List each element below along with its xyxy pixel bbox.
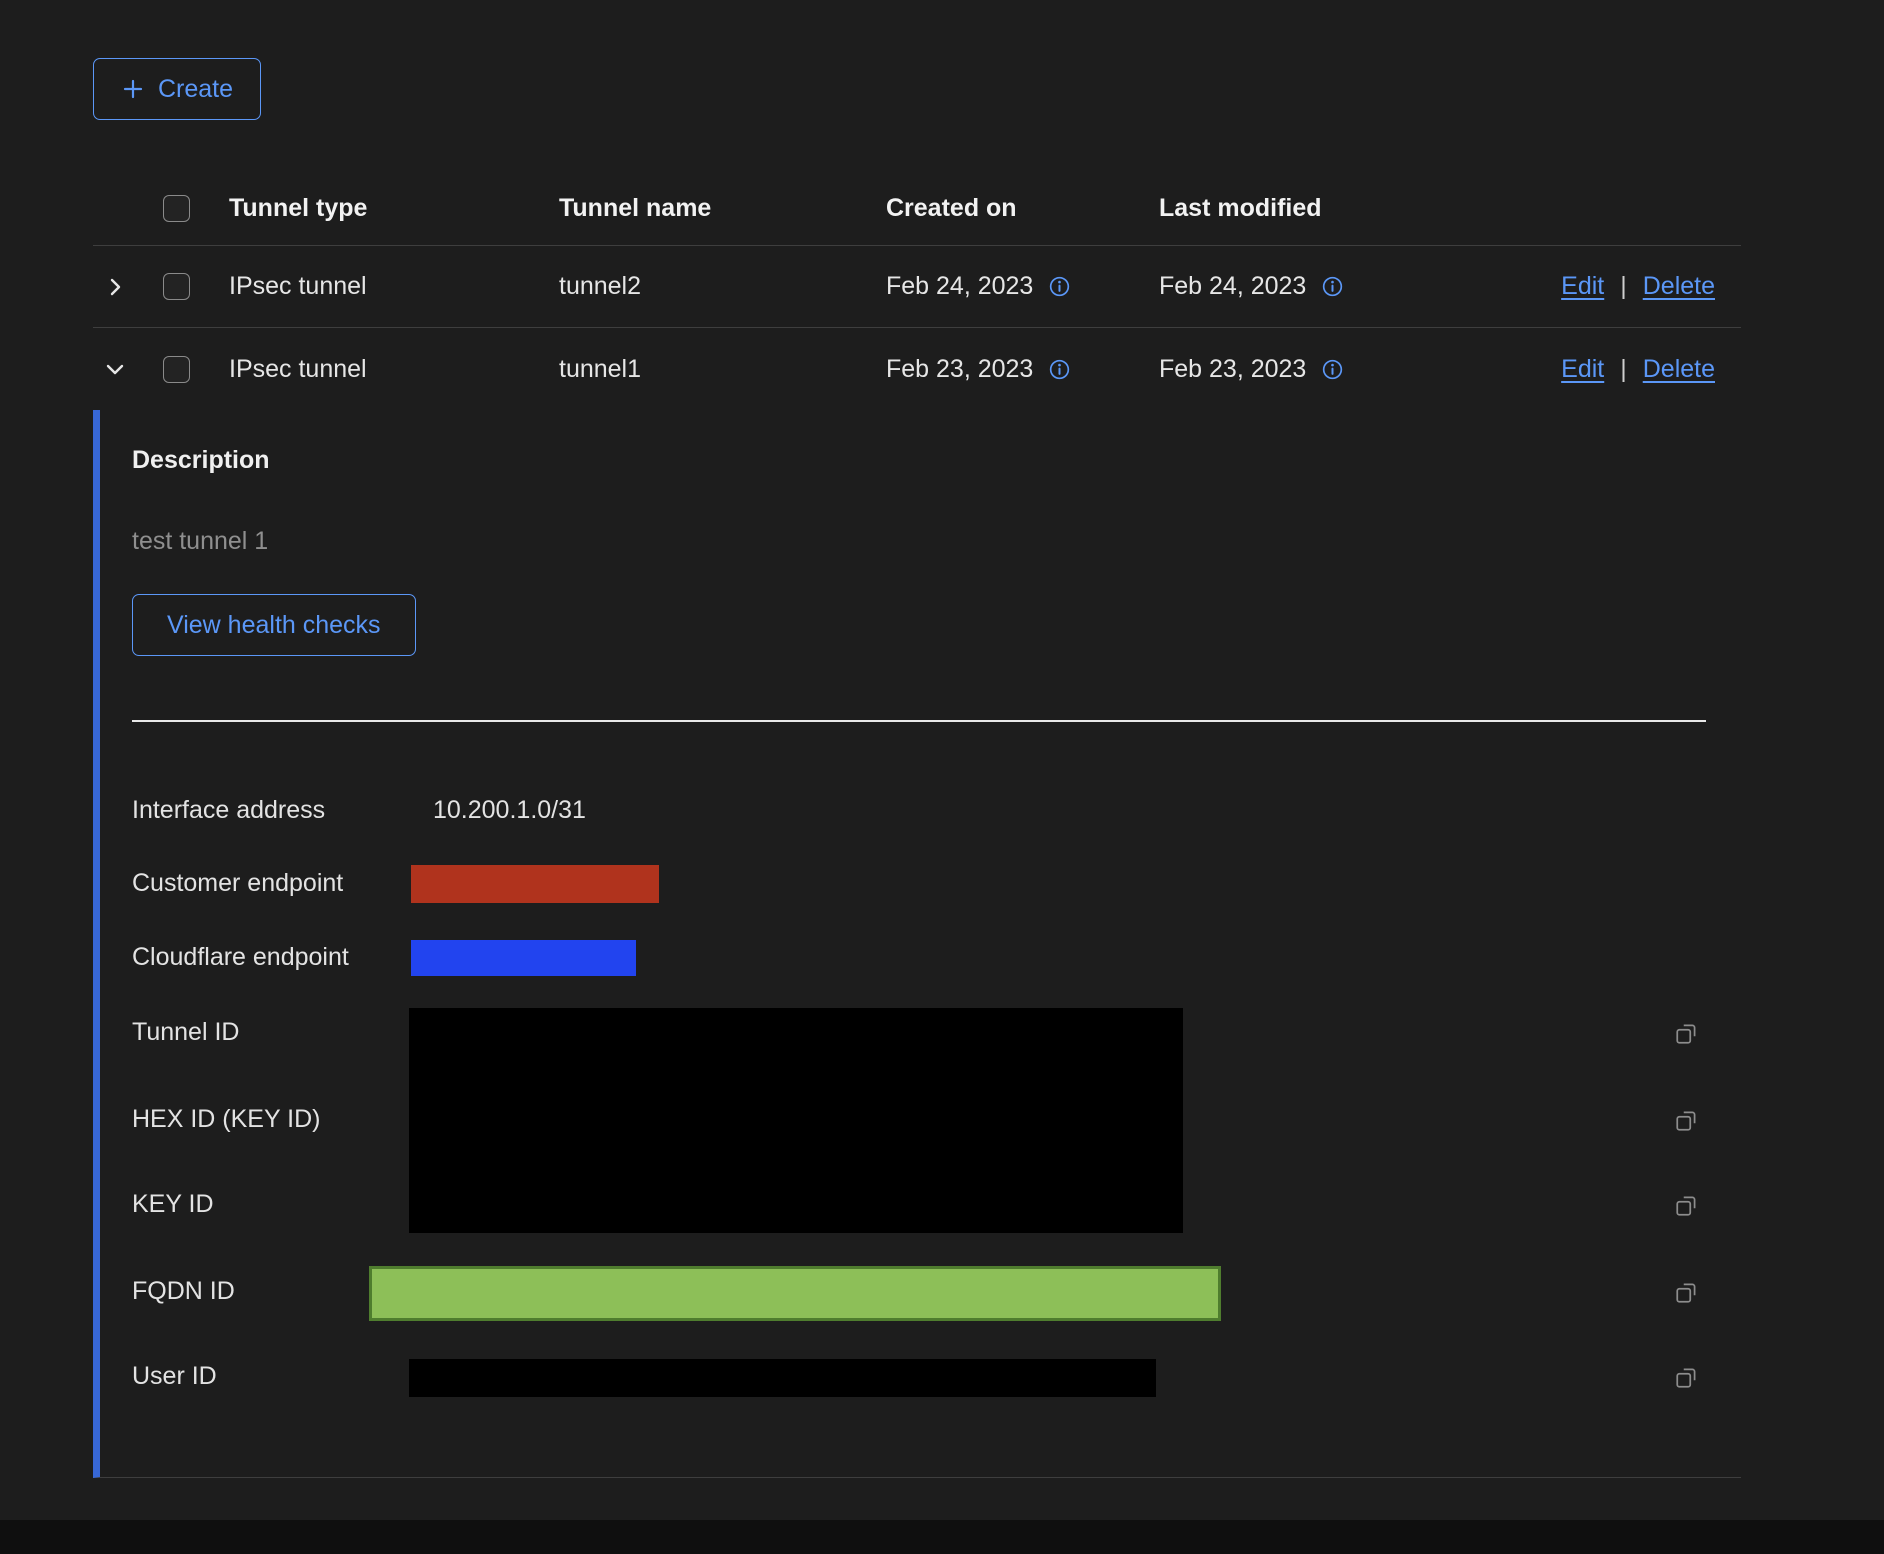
customer-endpoint-label: Customer endpoint (132, 869, 343, 898)
table-row-tunnel2: IPsec tunnel tunnel2 Feb 24, 2023 Feb 24… (93, 246, 1741, 328)
user-id-label: User ID (132, 1362, 217, 1391)
last-modified-info-icon[interactable] (1322, 359, 1343, 380)
customer-endpoint-redacted-value (411, 865, 659, 903)
created-on-cell: Feb 23, 2023 (886, 355, 1033, 384)
copy-user-id-icon[interactable] (1674, 1364, 1700, 1393)
copy-fqdn-id-icon[interactable] (1674, 1279, 1700, 1308)
cloudflare-endpoint-label: Cloudflare endpoint (132, 943, 349, 972)
user-id-redacted-value (409, 1359, 1156, 1397)
hex-id-label: HEX ID (KEY ID) (132, 1105, 320, 1134)
header-tunnel-name: Tunnel name (559, 194, 886, 223)
action-separator: | (1620, 355, 1627, 384)
tunnel-details-panel: Description test tunnel 1 View health ch… (93, 410, 1741, 1478)
edit-link[interactable]: Edit (1561, 355, 1604, 384)
action-separator: | (1620, 272, 1627, 301)
create-button-label: Create (158, 75, 233, 104)
collapse-row-button[interactable] (103, 357, 127, 381)
last-modified-cell: Feb 23, 2023 (1159, 355, 1306, 384)
copy-tunnel-id-icon[interactable] (1674, 1020, 1700, 1049)
fqdn-id-redacted-value (369, 1266, 1221, 1321)
tunnel-name-cell: tunnel2 (559, 272, 886, 301)
header-created-on: Created on (886, 194, 1159, 223)
copy-hex-id-icon[interactable] (1674, 1107, 1700, 1136)
interface-address-label: Interface address (132, 796, 325, 825)
view-health-checks-button[interactable]: View health checks (132, 594, 416, 656)
interface-address-value: 10.200.1.0/31 (433, 796, 586, 825)
last-modified-cell: Feb 24, 2023 (1159, 272, 1306, 301)
cloudflare-endpoint-redacted-value (411, 940, 636, 976)
tunnel-id-label: Tunnel ID (132, 1018, 239, 1047)
expand-row-button[interactable] (103, 275, 127, 299)
header-last-modified: Last modified (1159, 194, 1489, 223)
table-row-tunnel1: IPsec tunnel tunnel1 Feb 23, 2023 Feb 23… (93, 328, 1741, 410)
tunnel-type-cell: IPsec tunnel (229, 355, 559, 384)
row-checkbox[interactable] (163, 273, 190, 300)
tunnel-id-redacted-value (409, 1008, 1183, 1233)
tunnels-page: Create Tunnel type Tunnel name Created o… (0, 0, 1884, 1554)
created-on-info-icon[interactable] (1049, 359, 1070, 380)
row-checkbox[interactable] (163, 356, 190, 383)
description-text: test tunnel 1 (132, 527, 1741, 556)
bottom-bar (0, 1520, 1884, 1554)
delete-link[interactable]: Delete (1643, 272, 1715, 301)
fqdn-id-label: FQDN ID (132, 1277, 235, 1306)
tunnels-table: Tunnel type Tunnel name Created on Last … (93, 172, 1741, 410)
edit-link[interactable]: Edit (1561, 272, 1604, 301)
created-on-cell: Feb 24, 2023 (886, 272, 1033, 301)
last-modified-info-icon[interactable] (1322, 276, 1343, 297)
chevron-right-icon (103, 275, 127, 299)
created-on-info-icon[interactable] (1049, 276, 1070, 297)
key-id-label: KEY ID (132, 1190, 214, 1219)
tunnel-name-cell: tunnel1 (559, 355, 886, 384)
create-button[interactable]: Create (93, 58, 261, 120)
tunnel-detail-fields: Interface address 10.200.1.0/31 Customer… (132, 722, 1732, 1422)
header-tunnel-type: Tunnel type (229, 194, 559, 223)
select-all-checkbox[interactable] (163, 195, 190, 222)
table-header-row: Tunnel type Tunnel name Created on Last … (93, 172, 1741, 246)
tunnel-type-cell: IPsec tunnel (229, 272, 559, 301)
plus-icon (121, 77, 145, 101)
copy-key-id-icon[interactable] (1674, 1192, 1700, 1221)
delete-link[interactable]: Delete (1643, 355, 1715, 384)
chevron-down-icon (103, 357, 127, 381)
description-label: Description (132, 446, 1741, 475)
